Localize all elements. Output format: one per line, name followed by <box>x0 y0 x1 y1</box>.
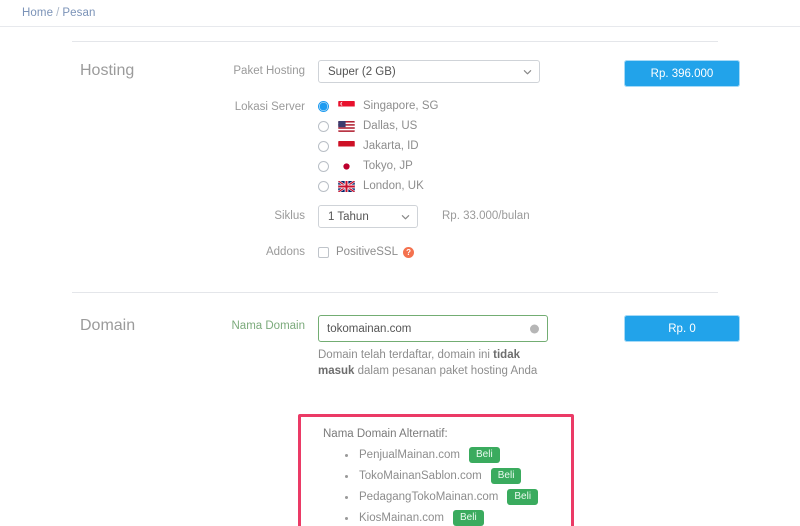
bullet-icon <box>345 474 348 478</box>
list-item: PenjualMainan.com Beli <box>323 447 571 463</box>
siklus-control: 1 Tahun Rp. 33.000/bulan <box>318 205 610 228</box>
radio-label-singapore: Singapore, SG <box>363 100 439 112</box>
radio-label-london: London, UK <box>363 180 424 192</box>
breadcrumb: Home / Pesan <box>22 7 95 19</box>
nama-domain-label: Nama Domain <box>231 320 306 332</box>
domain-section: Domain Nama Domain Domain telah terdafta… <box>0 293 800 392</box>
addon-positivessl-row[interactable]: PositiveSSL ? <box>318 241 610 263</box>
alternative-domains-list: PenjualMainan.com Beli TokoMainanSablon.… <box>323 447 571 526</box>
flag-id-icon <box>338 140 355 152</box>
flag-sg-icon <box>338 100 355 112</box>
domain-section-title: Domain <box>80 317 136 334</box>
buy-button[interactable]: Beli <box>453 510 484 526</box>
domain-input[interactable] <box>318 315 548 342</box>
field-row-lokasi-server: Lokasi Server Singapore, SG Dallas, US J… <box>160 96 610 196</box>
domain-price-button[interactable]: Rp. 0 <box>624 315 740 342</box>
hosting-section-title: Hosting <box>80 62 135 79</box>
radio-option-london[interactable]: London, UK <box>318 176 610 196</box>
status-dot-icon <box>530 324 539 333</box>
bullet-icon <box>345 495 348 499</box>
radio-label-jakarta: Jakarta, ID <box>363 140 419 152</box>
domain-input-wrap <box>318 315 548 342</box>
radio-dallas[interactable] <box>318 120 329 132</box>
positivessl-label: PositiveSSL <box>336 246 399 258</box>
domain-note-suffix: dalam pesanan paket hosting Anda <box>354 365 538 377</box>
breadcrumb-home-link[interactable]: Home <box>22 7 53 19</box>
breadcrumb-bar: Home / Pesan <box>0 0 800 27</box>
field-row-nama-domain: Nama Domain Domain telah terdaftar, doma… <box>160 315 610 379</box>
alternative-domain-name: PedagangTokoMainan.com <box>359 491 499 503</box>
radio-label-dallas: Dallas, US <box>363 120 418 132</box>
hosting-price-col: Rp. 396.000 <box>610 60 800 87</box>
lokasi-server-label: Lokasi Server <box>234 101 305 113</box>
flag-uk-icon <box>338 180 355 192</box>
siklus-select[interactable]: 1 Tahun <box>318 205 418 228</box>
paket-hosting-control: Super (2 GB) <box>318 60 610 83</box>
radio-label-tokyo: Tokyo, JP <box>363 160 413 172</box>
hosting-fields: Paket Hosting Super (2 GB) Lokasi Server <box>160 60 610 276</box>
list-item: PedagangTokoMainan.com Beli <box>323 489 571 505</box>
radio-option-dallas[interactable]: Dallas, US <box>318 116 610 136</box>
lokasi-server-control: Singapore, SG Dallas, US Jakarta, ID Tok… <box>318 96 610 196</box>
siklus-price-note: Rp. 33.000/bulan <box>442 210 530 222</box>
buy-button[interactable]: Beli <box>469 447 500 463</box>
question-mark-icon[interactable]: ? <box>403 246 415 258</box>
alternative-domain-name: PenjualMainan.com <box>359 449 461 461</box>
addons-label: Addons <box>265 246 305 258</box>
breadcrumb-separator: / <box>56 7 60 19</box>
page-body: Hosting Paket Hosting Super (2 GB) Lokas… <box>0 41 800 526</box>
siklus-select-wrap: 1 Tahun <box>318 205 418 228</box>
addons-control: PositiveSSL ? <box>318 241 610 263</box>
alternative-domains-title: Nama Domain Alternatif: <box>323 428 448 440</box>
bullet-icon <box>345 453 348 457</box>
list-item: KiosMainan.com Beli <box>323 510 571 526</box>
hosting-price-button[interactable]: Rp. 396.000 <box>624 60 740 87</box>
alternative-domain-name: KiosMainan.com <box>359 512 445 524</box>
alternative-domain-name: TokoMainanSablon.com <box>359 470 482 482</box>
nama-domain-control: Domain telah terdaftar, domain ini tidak… <box>318 315 610 379</box>
radio-jakarta[interactable] <box>318 140 329 152</box>
field-row-siklus: Siklus 1 Tahun Rp. 33.000/bulan <box>160 205 610 228</box>
domain-fields: Nama Domain Domain telah terdaftar, doma… <box>160 315 610 392</box>
paket-hosting-select[interactable]: Super (2 GB) <box>318 60 540 83</box>
field-row-addons: Addons PositiveSSL ? <box>160 241 610 263</box>
field-row-paket-hosting: Paket Hosting Super (2 GB) <box>160 60 610 83</box>
radio-option-tokyo[interactable]: Tokyo, JP <box>318 156 610 176</box>
list-item: TokoMainanSablon.com Beli <box>323 468 571 484</box>
paket-hosting-label: Paket Hosting <box>233 65 305 77</box>
buy-button[interactable]: Beli <box>507 489 539 505</box>
paket-hosting-select-wrap: Super (2 GB) <box>318 60 540 83</box>
radio-tokyo[interactable] <box>318 160 329 172</box>
domain-status-note: Domain telah terdaftar, domain ini tidak… <box>318 347 548 379</box>
radio-london[interactable] <box>318 180 329 192</box>
domain-price-col: Rp. 0 <box>610 315 800 342</box>
breadcrumb-current-link[interactable]: Pesan <box>62 7 95 19</box>
siklus-label: Siklus <box>274 210 305 222</box>
domain-note-prefix: Domain telah terdaftar, domain ini <box>318 349 494 361</box>
bullet-icon <box>345 516 348 520</box>
flag-us-icon <box>338 120 355 132</box>
radio-option-jakarta[interactable]: Jakarta, ID <box>318 136 610 156</box>
buy-button[interactable]: Beli <box>490 468 522 484</box>
radio-option-singapore[interactable]: Singapore, SG <box>318 96 610 116</box>
flag-jp-icon <box>338 160 355 172</box>
radio-singapore[interactable] <box>318 100 329 112</box>
positivessl-checkbox[interactable] <box>318 246 329 258</box>
alternative-domains-box: Nama Domain Alternatif: PenjualMainan.co… <box>298 414 574 526</box>
hosting-section: Hosting Paket Hosting Super (2 GB) Lokas… <box>0 42 800 276</box>
